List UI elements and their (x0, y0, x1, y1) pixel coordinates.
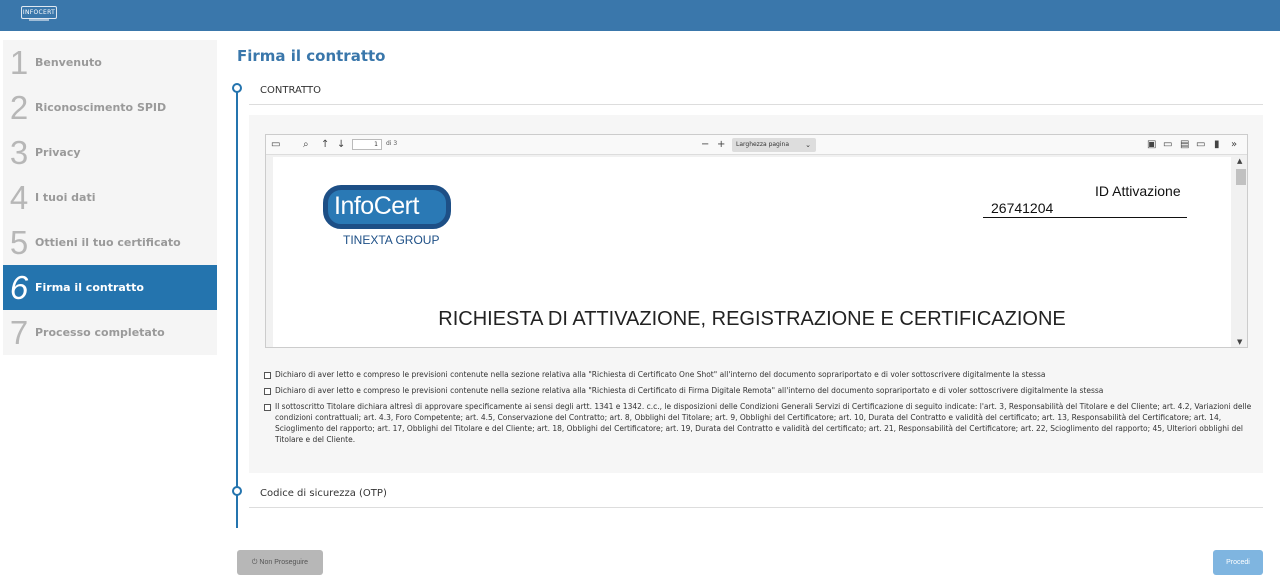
step-label: Privacy (35, 146, 81, 159)
checkbox-one-shot[interactable]: Dichiaro di aver letto e compreso le pre… (264, 369, 1254, 380)
arrow-up-icon[interactable]: ↑ (321, 138, 329, 152)
step-number: 4 (9, 178, 29, 216)
zoom-out-icon[interactable]: − (701, 138, 709, 152)
step-ottieni-certificato[interactable]: 5 Ottieni il tuo certificato (3, 220, 217, 265)
button-label: Non Proseguire (259, 559, 309, 566)
pdf-viewer[interactable]: ▭ ⌕ ↑ ↓ 1 di 3 − + Larghezza pagina ⌄ ▣ … (265, 134, 1248, 348)
step-number: 1 (9, 43, 29, 81)
checkbox-firma-remota[interactable]: Dichiaro di aver letto e compreso le pre… (264, 385, 1254, 396)
timeline-line (236, 88, 238, 528)
timeline-dot-otp (232, 486, 242, 496)
more-tools-icon[interactable]: » (1231, 138, 1237, 152)
non-proseguire-button[interactable]: ⏻ Non Proseguire (237, 550, 323, 575)
page-title: Firma il contratto (237, 47, 386, 65)
document-title: RICHIESTA DI ATTIVAZIONE, REGISTRAZIONE … (438, 308, 1066, 330)
step-privacy[interactable]: 3 Privacy (3, 130, 217, 175)
section-contract-label[interactable]: CONTRATTO (260, 85, 321, 96)
step-label: Processo completato (35, 326, 165, 339)
checkbox[interactable] (264, 371, 271, 379)
bookmark-icon[interactable]: ▮ (1214, 138, 1220, 152)
step-processo-completato[interactable]: 7 Processo completato (3, 310, 217, 355)
scroll-up-icon[interactable]: ▲ (1237, 157, 1242, 165)
divider (249, 507, 1263, 508)
step-number: 5 (9, 223, 29, 261)
arrow-down-icon[interactable]: ↓ (337, 138, 345, 152)
procedi-button[interactable]: Procedi (1213, 550, 1263, 575)
step-label: Riconoscimento SPID (35, 101, 167, 114)
scroll-down-icon[interactable]: ▼ (1237, 338, 1242, 346)
infocert-logo: INFOCERT (21, 6, 57, 19)
checkbox[interactable] (264, 403, 271, 411)
id-attivazione-label: ID Attivazione (1095, 183, 1181, 199)
page-number-input[interactable]: 1 (352, 139, 382, 150)
infocert-brand-logo: InfoCert (323, 185, 451, 229)
section-otp-label[interactable]: Codice di sicurezza (OTP) (260, 488, 387, 499)
checkbox-approvazione-clausole[interactable]: Il sottoscritto Titolare dichiara altres… (264, 401, 1254, 445)
step-number: 6 (9, 268, 29, 306)
pdf-page: InfoCert TINEXTA GROUP ID Attivazione 26… (273, 157, 1231, 347)
scrollbar-thumb[interactable] (1236, 169, 1246, 185)
step-label: Ottieni il tuo certificato (35, 236, 181, 249)
chevron-down-icon: ⌄ (805, 141, 811, 149)
steps-sidebar: 1 Benvenuto 2 Riconoscimento SPID 3 Priv… (3, 40, 217, 355)
id-attivazione-value: 26741204 (983, 200, 1187, 218)
timeline-dot-contract (232, 83, 242, 93)
pdf-toolbar: ▭ ⌕ ↑ ↓ 1 di 3 − + Larghezza pagina ⌄ ▣ … (266, 135, 1247, 155)
logo-text: InfoCert (334, 192, 419, 220)
step-number: 3 (9, 133, 29, 171)
step-label: Benvenuto (35, 56, 102, 69)
open-file-icon[interactable]: ▭ (1163, 138, 1172, 152)
logo-subline (29, 19, 49, 21)
step-benvenuto[interactable]: 1 Benvenuto (3, 40, 217, 85)
zoom-in-icon[interactable]: + (717, 138, 725, 152)
pdf-scrollbar[interactable]: ▲ ▼ (1232, 155, 1247, 347)
presentation-icon[interactable]: ▣ (1147, 138, 1156, 152)
step-label: I tuoi dati (35, 191, 96, 204)
page-count-label: di 3 (386, 140, 398, 147)
download-icon[interactable]: ▭ (1196, 138, 1205, 152)
search-icon[interactable]: ⌕ (303, 138, 309, 152)
checkbox-label: Dichiaro di aver letto e compreso le pre… (275, 370, 1046, 379)
step-number: 2 (9, 88, 29, 126)
checkbox-label: Dichiaro di aver letto e compreso le pre… (275, 386, 1104, 395)
tinexta-group-label: TINEXTA GROUP (343, 233, 440, 247)
step-label: Firma il contratto (35, 281, 144, 294)
divider (249, 104, 1263, 105)
print-icon[interactable]: ▤ (1180, 138, 1189, 152)
zoom-select[interactable]: Larghezza pagina ⌄ (732, 138, 816, 152)
top-bar: INFOCERT (0, 0, 1280, 31)
sidebar-toggle-icon[interactable]: ▭ (271, 138, 280, 152)
step-number: 7 (9, 313, 29, 351)
zoom-value: Larghezza pagina (736, 141, 790, 148)
step-tuoi-dati[interactable]: 4 I tuoi dati (3, 175, 217, 220)
power-icon: ⏻ (251, 559, 258, 566)
checkbox[interactable] (264, 387, 271, 395)
step-firma-contratto[interactable]: 6 Firma il contratto (3, 265, 217, 310)
checkbox-label: Il sottoscritto Titolare dichiara altres… (275, 402, 1252, 444)
step-riconoscimento-spid[interactable]: 2 Riconoscimento SPID (3, 85, 217, 130)
